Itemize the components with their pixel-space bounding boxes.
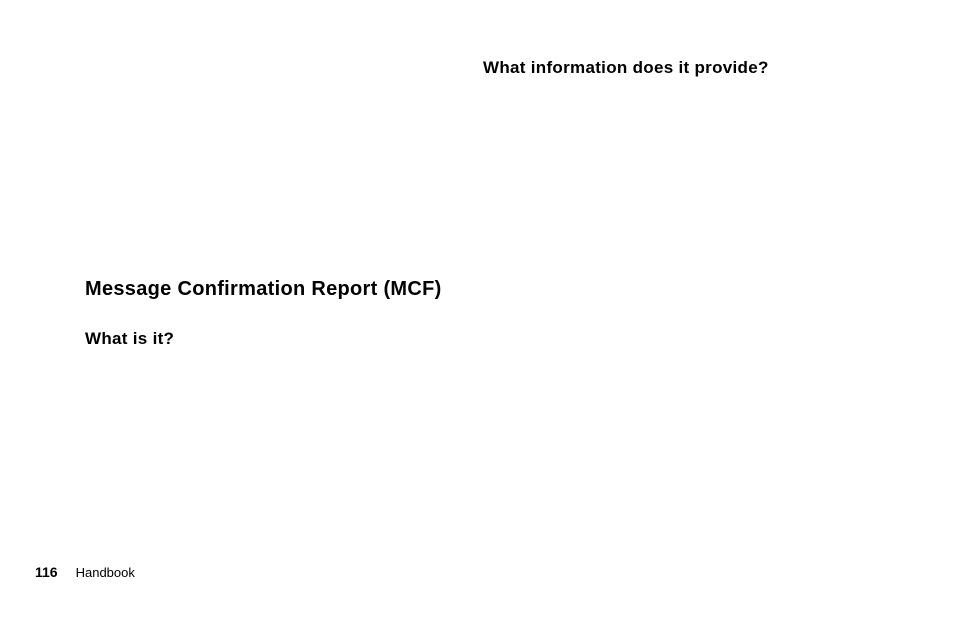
page-number: 116	[35, 564, 58, 580]
document-page: What information does it provide? Messag…	[0, 0, 954, 618]
column-heading-right: What information does it provide?	[483, 58, 769, 78]
subheading: What is it?	[85, 329, 174, 349]
section-title: Message Confirmation Report (MCF)	[85, 278, 442, 301]
page-footer: 116 Handbook	[35, 564, 135, 580]
footer-label: Handbook	[76, 565, 135, 580]
